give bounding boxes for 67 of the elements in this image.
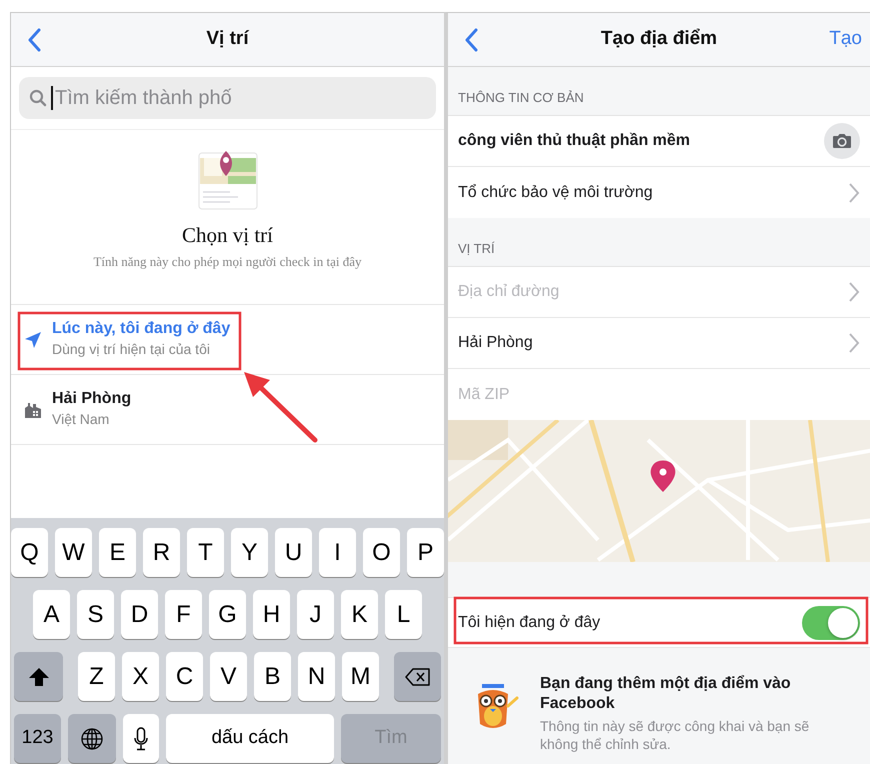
keyboard-key[interactable]: W — [55, 528, 92, 577]
keyboard-key[interactable] — [68, 714, 116, 763]
toggle-label: Tôi hiện đang ở đây — [458, 612, 600, 632]
notice-title: Bạn đang thêm một địa điểm vào Facebook — [540, 674, 792, 714]
search-icon — [29, 89, 47, 107]
keyboard-key[interactable]: P — [407, 528, 444, 577]
keyboard-key[interactable] — [394, 652, 441, 701]
keyboard-key[interactable]: dấu cách — [166, 714, 334, 763]
toggle-switch[interactable] — [802, 606, 860, 640]
location-subtitle: Dùng vị trí hiện tại của tôi — [52, 340, 211, 360]
chevron-right-icon — [848, 281, 860, 303]
shift-icon — [28, 666, 50, 686]
location-title: Hải Phòng — [52, 389, 132, 410]
keyboard-key[interactable]: J — [297, 590, 334, 639]
city-icon — [24, 400, 42, 418]
empty-state-subtitle: Tính năng này cho phép mọi người check in tại đây — [93, 252, 362, 271]
location-subtitle: Việt Nam — [52, 410, 110, 430]
keyboard-key[interactable]: E — [99, 528, 136, 577]
keyboard-key[interactable]: N — [298, 652, 335, 701]
keyboard-key[interactable] — [123, 714, 159, 763]
keyboard-key[interactable]: D — [121, 590, 158, 639]
microphone-icon — [134, 726, 148, 750]
empty-state-title: Chọn vị trí — [182, 222, 273, 249]
delete-icon — [404, 668, 430, 686]
keyboard-key[interactable]: H — [253, 590, 290, 639]
input-field[interactable]: Mã ZIP — [458, 382, 860, 406]
back-icon[interactable] — [27, 28, 41, 52]
screen-title: Tạo địa điểm — [600, 27, 718, 52]
camera-button[interactable] — [824, 123, 860, 159]
keyboard-key[interactable]: K — [341, 590, 378, 639]
keyboard-key[interactable]: B — [254, 652, 291, 701]
form-field-row[interactable]: Mã ZIP — [448, 369, 870, 420]
keyboard-key[interactable]: U — [275, 528, 312, 577]
keyboard-key[interactable]: X — [122, 652, 159, 701]
keyboard-key[interactable]: Y — [231, 528, 268, 577]
chevron-right-icon — [848, 182, 860, 204]
screen-title: Vị trí — [205, 27, 250, 52]
keyboard-key[interactable]: Z — [78, 652, 115, 701]
keyboard-key[interactable]: C — [166, 652, 203, 701]
search-field[interactable]: Tìm kiếm thành phố — [19, 77, 436, 119]
keyboard-key[interactable]: A — [33, 590, 70, 639]
keyboard-key[interactable]: T — [187, 528, 224, 577]
text-cursor — [51, 86, 53, 110]
keyboard-key[interactable]: V — [210, 652, 247, 701]
keyboard-key[interactable]: I — [319, 528, 356, 577]
keyboard-key[interactable]: O — [363, 528, 400, 577]
keyboard-key[interactable]: 123 — [14, 714, 61, 763]
keyboard-key[interactable]: R — [143, 528, 180, 577]
location-title: Lúc này, tôi đang ở đây — [52, 319, 230, 340]
map-card-drawing — [198, 150, 258, 210]
notice-text: Thông tin này sẽ được công khai và bạn sẽ không thể chỉnh sửa. — [540, 718, 810, 753]
back-icon[interactable] — [464, 28, 478, 52]
keyboard-key[interactable]: F — [165, 590, 202, 639]
keyboard-key[interactable]: G — [209, 590, 246, 639]
keyboard-key[interactable]: L — [385, 590, 422, 639]
chevron-right-icon — [848, 332, 860, 354]
keyboard-key[interactable]: Q — [11, 528, 48, 577]
picker-value[interactable]: Hải Phòng — [458, 331, 533, 355]
globe-icon — [81, 728, 103, 750]
location-arrow-icon — [24, 330, 42, 348]
camera-icon — [832, 133, 852, 149]
form-field-row[interactable]: Địa chỉ đường — [448, 267, 870, 318]
keyboard-key[interactable] — [14, 652, 63, 701]
create-button[interactable]: Tạo — [829, 25, 862, 54]
picker-field[interactable]: Địa chỉ đường — [458, 280, 848, 304]
keyboard-key[interactable]: S — [77, 590, 114, 639]
keyboard-key[interactable]: M — [342, 652, 379, 701]
